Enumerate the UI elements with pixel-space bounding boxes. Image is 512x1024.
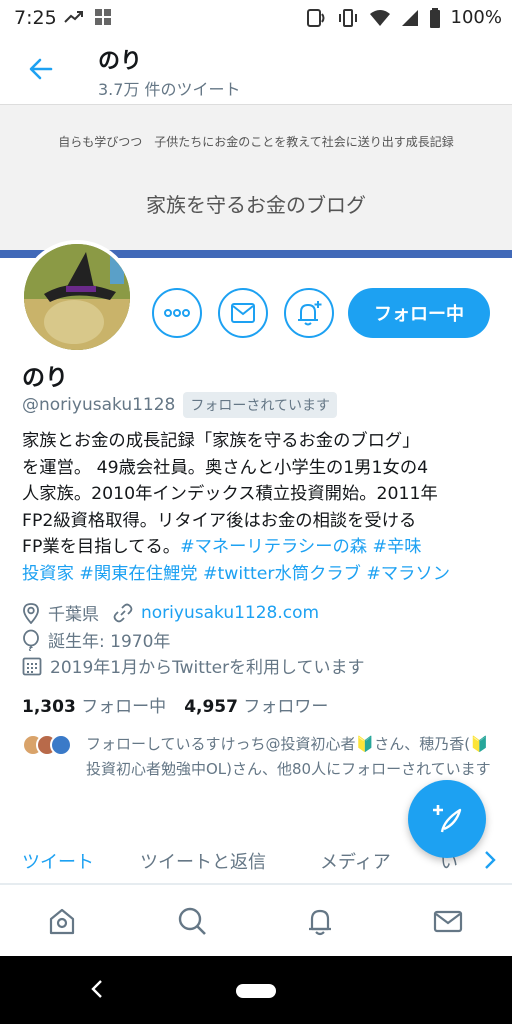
avatar[interactable] xyxy=(20,240,134,354)
bio-line: 投資家 #関東在住鯉党 #twitter水筒クラブ #マラソン xyxy=(22,561,492,588)
banner-tagline: 自らも学びつつ 子供たちにお金のことを教えて社会に送り出す成長記録 xyxy=(58,135,454,149)
profile-header: のり 3.7万 件のツイート xyxy=(0,36,512,104)
compose-button[interactable] xyxy=(408,780,486,858)
birth-text: 誕生年: 1970年 xyxy=(48,632,171,652)
joined-row: 2019年1月からTwitterを利用しています xyxy=(22,653,365,678)
battery-percent: 100% xyxy=(450,7,502,28)
back-arrow-icon[interactable] xyxy=(26,54,56,84)
more-button[interactable] xyxy=(152,288,202,338)
hashtag-link[interactable]: 投資家 xyxy=(22,564,74,584)
calendar-icon xyxy=(22,657,42,675)
followed-by-text: フォローしているすけっち@投資初心者🔰さん、穂乃香(🔰投資初心者勉強中OL)さん… xyxy=(86,735,491,778)
bio-line: 家族とお金の成長記録「家族を守るお金のブログ」 xyxy=(22,431,420,451)
bio-text: FP業を目指してる。 xyxy=(22,537,181,557)
following-count: 1,303 xyxy=(22,697,76,717)
hashtag-link[interactable]: #関東在住鯉党 xyxy=(79,564,197,584)
following-stat[interactable]: 1,303 フォロー中 xyxy=(22,692,166,717)
profile-handle: @noriyusaku1128 xyxy=(22,395,176,415)
bio-line: 人家族。2010年インデックス積立投資開始。2011年 xyxy=(22,484,438,504)
home-icon[interactable] xyxy=(46,905,78,937)
follow-stats: 1,303 フォロー中 4,957 フォロワー xyxy=(22,692,328,717)
location-text: 千葉県 xyxy=(48,605,99,625)
nfc-icon xyxy=(306,8,325,27)
followers-stat[interactable]: 4,957 フォロワー xyxy=(184,692,328,717)
status-right-icons: 100% xyxy=(305,7,502,28)
following-label: フォロー中 xyxy=(81,697,167,717)
system-back-icon[interactable] xyxy=(90,978,104,1000)
tweet-count: 3.7万 件のツイート xyxy=(98,80,241,99)
follower-avatars xyxy=(22,734,82,758)
followers-label: フォロワー xyxy=(243,697,329,717)
status-bar: 7:25 100% xyxy=(0,0,512,36)
messages-icon[interactable] xyxy=(432,905,464,937)
follower-avatar xyxy=(50,734,72,756)
link-icon xyxy=(113,603,133,622)
profile-banner[interactable]: 自らも学びつつ 子供たちにお金のことを教えて社会に送り出す成長記録 家族を守るお… xyxy=(0,104,512,258)
bottom-nav xyxy=(0,884,512,956)
wifi-icon xyxy=(369,9,390,26)
bio-line: を運営。 49歳会社員。奥さんと小学生の1男1女の4 xyxy=(22,457,429,478)
signal-icon xyxy=(401,9,418,26)
followers-count: 4,957 xyxy=(184,697,238,717)
notify-button[interactable] xyxy=(284,288,334,338)
windows-icon xyxy=(95,9,111,25)
avatar-image xyxy=(24,244,130,350)
tab-tweets[interactable]: ツイート xyxy=(22,848,94,874)
tab-scroll-right-icon[interactable] xyxy=(484,850,496,870)
status-time: 7:25 xyxy=(14,7,57,29)
tab-tweets-replies[interactable]: ツイートと返信 xyxy=(140,848,266,874)
birthday-icon xyxy=(23,629,39,651)
search-icon[interactable] xyxy=(176,905,208,937)
hashtag-link[interactable]: #辛味 xyxy=(373,537,422,557)
location-row: 千葉県 noriyusaku1128.com xyxy=(22,600,319,625)
bio-line: FP2級資格取得。リタイア後はお金の相談を受ける xyxy=(22,510,417,531)
vibrate-icon xyxy=(338,8,357,27)
location-icon xyxy=(23,602,39,624)
handle-row: @noriyusaku1128 フォローされています xyxy=(22,392,337,418)
hashtag-link[interactable]: #マラソン xyxy=(366,564,450,584)
tab-media[interactable]: メディア xyxy=(320,848,391,874)
system-home-pill[interactable] xyxy=(236,984,276,998)
message-button[interactable] xyxy=(218,288,268,338)
notifications-icon[interactable] xyxy=(304,905,336,937)
system-nav-bar xyxy=(0,956,512,1024)
trending-icon xyxy=(64,11,83,23)
follows-you-badge: フォローされています xyxy=(183,392,337,418)
following-button[interactable]: フォロー中 xyxy=(348,288,490,338)
header-title: のり xyxy=(98,49,143,74)
birth-row: 誕生年: 1970年 xyxy=(22,627,170,652)
status-left-icons xyxy=(64,8,112,26)
message-icon xyxy=(231,303,255,323)
hashtag-link[interactable]: #マネーリテラシーの森 xyxy=(180,537,367,557)
profile-bio: 家族とお金の成長記録「家族を守るお金のブログ」 を運営。 49歳会社員。奥さんと… xyxy=(22,428,492,587)
website-link[interactable]: noriyusaku1128.com xyxy=(141,603,319,623)
banner-blog-title: 家族を守るお金のブログ xyxy=(146,193,366,217)
bio-line: FP業を目指してる。#マネーリテラシーの森 #辛味 xyxy=(22,534,492,561)
hashtag-link[interactable]: #twitter水筒クラブ xyxy=(203,564,361,584)
more-icon xyxy=(164,309,190,317)
profile-name: のり xyxy=(22,365,68,391)
notify-add-icon xyxy=(298,301,322,326)
battery-icon xyxy=(429,7,440,28)
joined-text: 2019年1月からTwitterを利用しています xyxy=(50,658,365,678)
compose-icon xyxy=(433,805,462,833)
